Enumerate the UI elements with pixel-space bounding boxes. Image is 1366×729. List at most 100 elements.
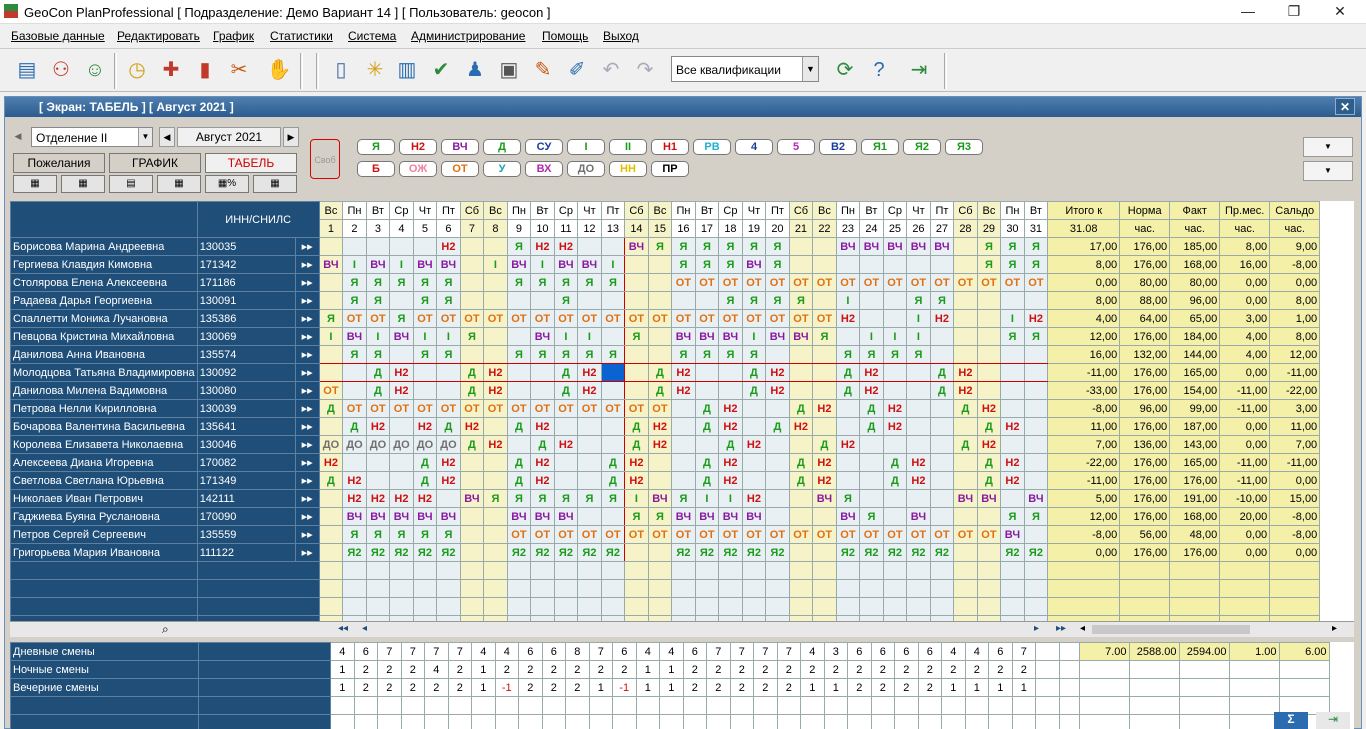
shift-cell[interactable] [318,237,344,256]
shift-cell[interactable] [835,399,861,418]
shift-cell[interactable] [953,237,978,256]
shift-cell[interactable]: ВЧ [365,255,391,274]
shift-cell[interactable]: ОТ [624,309,649,328]
table-row[interactable]: Борисова Марина Андреевна 130035 ▸▸ Н2 Я Н2 Н2… [10,237,1321,256]
shift-cell[interactable]: Д [694,471,720,490]
shift-cell[interactable] [835,453,861,472]
month-next-button[interactable]: ▶ [283,127,299,147]
shift-cell[interactable]: ВЧ [389,327,414,346]
shift-cell[interactable]: I [530,255,555,274]
shift-cell[interactable]: I [553,327,579,346]
shift-cell[interactable]: Н2 [718,417,743,436]
shift-cell[interactable] [976,345,1002,364]
shift-cell[interactable] [976,291,1002,310]
shift-cell[interactable] [506,363,532,382]
shift-cell[interactable] [1023,417,1049,436]
shift-cell[interactable]: Н2 [530,471,555,490]
shift-cell[interactable]: Я [694,255,720,274]
shift-cell[interactable] [671,291,696,310]
shift-cell[interactable] [459,507,485,526]
shift-cell[interactable]: Я [1000,327,1025,346]
shift-cell[interactable]: ВЧ [718,507,743,526]
shift-cell[interactable]: ОТ [506,399,532,418]
shift-cell[interactable] [577,417,602,436]
shift-cell[interactable] [1023,435,1049,454]
shift-cell[interactable]: Я [436,273,461,292]
shift-cell[interactable]: Н2 [835,309,861,328]
shift-cell[interactable]: Н2 [788,417,814,436]
shift-cell[interactable] [412,363,438,382]
shift-cell[interactable]: ОТ [765,273,790,292]
legend-code-0[interactable]: Я [357,139,395,155]
percent-icon[interactable]: ▦% [205,175,249,193]
shift-cell[interactable]: Д [929,381,955,400]
legend-code-14[interactable]: Я3 [945,139,983,155]
expand-icon[interactable]: ▸▸ [294,417,320,436]
shift-cell[interactable] [953,471,978,490]
shift-cell[interactable]: Я [389,525,414,544]
shift-cell[interactable]: Д [812,435,837,454]
legend-code-8[interactable]: РВ [693,139,731,155]
expand-icon[interactable]: ▸▸ [294,543,320,562]
shift-cell[interactable]: ВЧ [459,489,485,508]
shift-cell[interactable] [788,507,814,526]
shift-cell[interactable]: Я [647,507,673,526]
shift-cell[interactable]: ВЧ [671,327,696,346]
shift-cell[interactable]: ОТ [859,273,884,292]
shift-cell[interactable] [318,525,344,544]
shift-cell[interactable] [788,363,814,382]
horizontal-scrollbar[interactable]: ⌕ ◂◂ ◂ ▸ ▸▸ ◂ ▸ [10,621,1354,637]
close-button[interactable]: ✕ [1320,2,1360,22]
shift-cell[interactable]: Я [436,291,461,310]
shift-cell[interactable] [553,471,579,490]
shift-cell[interactable] [506,381,532,400]
chart-icon[interactable]: ▮ [190,55,220,85]
shift-cell[interactable]: ОТ [741,309,767,328]
shift-cell[interactable] [859,471,884,490]
shift-cell[interactable]: Д [765,417,790,436]
shift-cell[interactable]: Я [530,273,555,292]
employee-name[interactable]: Петров Сергей Сергеевич [10,525,198,544]
menu-system[interactable]: Система [348,29,396,43]
employee-name[interactable]: Алексеева Диана Игоревна [10,453,198,472]
shift-cell[interactable]: ОТ [318,381,344,400]
shift-cell[interactable] [741,453,767,472]
shift-cell[interactable]: Я2 [389,543,414,562]
shift-cell[interactable] [577,291,602,310]
shift-cell[interactable]: Я [600,273,626,292]
table-row[interactable]: Петрова Нелли Кирилловна 130039 ▸▸ Д ОТ ОТ ОТ О… [10,399,1321,418]
employee-name[interactable]: Светлова Светлана Юрьевна [10,471,198,490]
expand-icon[interactable]: ▸▸ [294,291,320,310]
shift-cell[interactable]: ВЧ [835,507,861,526]
shift-cell[interactable] [788,255,814,274]
shift-cell[interactable]: Я2 [553,543,579,562]
shift-cell[interactable] [1000,381,1025,400]
department-select[interactable]: Отделение II ▼ [31,127,153,147]
shift-cell[interactable]: Н2 [483,435,508,454]
chevron-left-icon[interactable]: ◀ [11,127,25,145]
shift-cell[interactable]: Я [436,525,461,544]
shift-cell[interactable]: Я2 [929,543,955,562]
table-row[interactable]: Радаева Дарья Георгиевна 130091 ▸▸ Я Я Я Я Я Я Я Я… [10,291,1321,310]
shift-cell[interactable] [882,309,908,328]
shift-cell[interactable]: Я [553,273,579,292]
shift-cell[interactable] [342,237,367,256]
shift-cell[interactable]: Н2 [671,363,696,382]
table-row[interactable]: Светлова Светлана Юрьевна 171349 ▸▸ Д Н2 Д Н2 Д… [10,471,1321,490]
shift-cell[interactable]: Я [976,237,1002,256]
shift-cell[interactable] [647,453,673,472]
last-page-icon[interactable]: ▸▸ [1056,623,1066,634]
shift-cell[interactable]: Д [788,399,814,418]
shift-cell[interactable]: Д [365,363,391,382]
shift-cell[interactable]: Я [600,345,626,364]
employee-name[interactable]: Николаев Иван Петрович [10,489,198,508]
shift-cell[interactable] [671,399,696,418]
shift-cell[interactable]: ОТ [577,399,602,418]
shift-cell[interactable]: ВЧ [412,255,438,274]
shift-cell[interactable] [647,255,673,274]
shift-cell[interactable]: ОТ [718,525,743,544]
refresh-icon[interactable]: ⟳ [830,55,860,85]
shift-cell[interactable]: Д [600,453,626,472]
shift-cell[interactable] [318,363,344,382]
shift-cell[interactable]: Н2 [412,417,438,436]
